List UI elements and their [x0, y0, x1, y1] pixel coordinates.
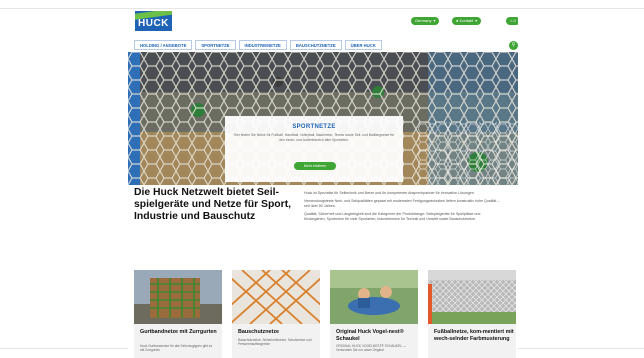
card-title: Bauschutznetze — [238, 329, 280, 335]
language-label: Germany — [415, 18, 432, 23]
card-title: Gurtbandnetze mit Zurrgurten — [140, 329, 217, 335]
intro-heading: Die Huck Netzwelt bietet Seil-spielgerät… — [134, 187, 292, 222]
main-navigation: HOLDING / ANGEBOTE SPORTNETZE INDUSTRIEN… — [134, 40, 385, 50]
intro-paragraph: Verwendungsfeste Netz- und Seilqualitäte… — [304, 199, 500, 208]
product-card-bauschutznetze[interactable]: Bauschutznetze Bauschutznetze, Sicherhei… — [232, 270, 320, 358]
hero-more-button[interactable]: Mehr erfahren — [294, 162, 336, 170]
contact-label: Kontakt — [459, 18, 474, 23]
browser-viewport: HUCK Germany ▾ ● Kontakt ▾ ⌂ 0 HOLDING / A… — [0, 0, 644, 358]
contact-button[interactable]: ● Kontakt ▾ — [452, 17, 482, 25]
nav-item-ueber-huck[interactable]: ÜBER HUCK — [344, 40, 382, 50]
intro-text: Huck ist Spezialist für Seiltechnik und … — [304, 191, 500, 225]
product-card-gurtbandnetze[interactable]: Gurtbandnetze mit Zurrgurten Huck Gurtba… — [134, 270, 222, 358]
nav-item-bauschutznetze[interactable]: BAUSCHUTZNETZE — [289, 40, 342, 50]
card-image — [134, 270, 222, 324]
intro-paragraph: Qualität, Sicherheit und Langlebigkeit s… — [304, 212, 481, 221]
divider — [0, 8, 644, 9]
search-icon[interactable]: ⚲ — [509, 41, 518, 50]
card-subtitle: ORIGINAL HUCK VOGELNEST® SCHAUKEL — Verw… — [336, 344, 406, 353]
hero-card: SPORTNETZE Hier finden Sie Netze für Fuß… — [225, 116, 403, 182]
cart-icon: ⌂ — [510, 18, 513, 23]
product-card-fussballnetze[interactable]: Fußballnetze, kom-mentiert mit wech-seln… — [428, 270, 516, 358]
hero-title: SPORTNETZE — [292, 124, 336, 130]
card-subtitle: Huck Gurtbandnetze für alle Fahrzeugtype… — [140, 344, 213, 353]
product-card-vogelnest-schaukel[interactable]: Original Huck Vogel-nest® Schaukel ORIGI… — [330, 270, 418, 358]
cart-button[interactable]: ⌂ 0 — [506, 17, 518, 25]
nav-item-industrienetze[interactable]: INDUSTRIENETZE — [238, 40, 287, 50]
nav-item-angebote[interactable]: HOLDING / ANGEBOTE — [134, 40, 193, 50]
website: HUCK Germany ▾ ● Kontakt ▾ ⌂ 0 HOLDING / A… — [128, 10, 518, 358]
huck-logo[interactable]: HUCK — [135, 11, 172, 31]
card-title: Fußballnetze, kom-mentiert mit wech-seln… — [434, 329, 514, 342]
chevron-down-icon: ▾ — [433, 18, 436, 23]
card-image — [428, 270, 516, 324]
card-title: Original Huck Vogel-nest® Schaukel — [336, 329, 404, 342]
nav-item-sportnetze[interactable]: SPORTNETZE — [195, 40, 236, 50]
intro-paragraph: Huck ist Spezialist für Seiltechnik und … — [304, 191, 475, 195]
chevron-down-icon: ▾ — [475, 18, 478, 23]
language-select[interactable]: Germany ▾ — [411, 17, 440, 25]
card-image — [232, 270, 320, 324]
hero-text: Hier finden Sie Netze für Fußball, Handb… — [233, 133, 395, 142]
user-icon: ● — [456, 18, 459, 23]
card-image — [330, 270, 418, 324]
card-subtitle: Bauschutznetze, Sicherheitsnetze, Schutz… — [238, 338, 312, 347]
cart-count: 0 — [513, 18, 516, 23]
logo-text: HUCK — [138, 18, 169, 29]
hero-banner: SPORTNETZE Hier finden Sie Netze für Fuß… — [128, 52, 518, 185]
